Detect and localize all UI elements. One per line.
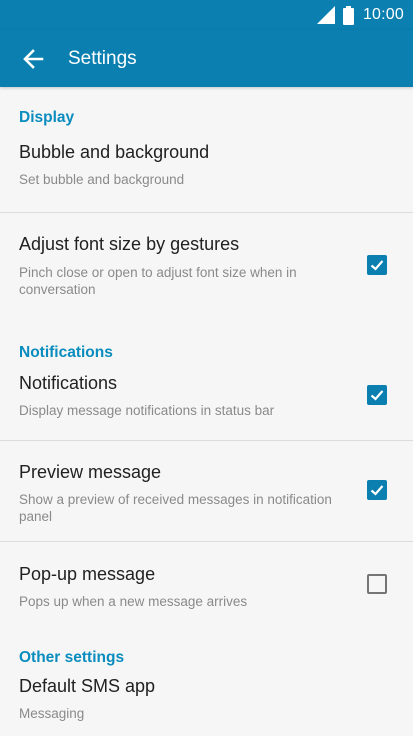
- setting-notifications[interactable]: Notifications Display message notificati…: [0, 362, 413, 440]
- setting-subtitle: Pinch close or open to adjust font size …: [19, 265, 297, 297]
- setting-subtitle: Set bubble and background: [19, 172, 185, 187]
- status-bar: 10:00: [0, 0, 413, 30]
- setting-subtitle: Pops up when a new message arrives: [19, 594, 248, 609]
- arrow-back-icon: [23, 48, 44, 69]
- setting-popup-message[interactable]: Pop-up message Pops up when a new messag…: [0, 542, 413, 614]
- setting-title: Bubble and background: [19, 142, 210, 162]
- section-header-other: Other settings: [19, 649, 125, 666]
- status-time: 10:00: [362, 6, 404, 23]
- back-button[interactable]: [20, 46, 46, 72]
- setting-title: Adjust font size by gestures: [19, 234, 240, 254]
- checkmark-icon: [370, 485, 384, 496]
- setting-subtitle: Show a preview of received messages in n…: [19, 492, 332, 524]
- popup-message-checkbox[interactable]: [367, 574, 387, 594]
- page-title: Settings: [68, 47, 137, 69]
- signal-icon: [316, 6, 335, 24]
- font-size-checkbox[interactable]: [367, 255, 387, 275]
- setting-bubble-background[interactable]: Bubble and background Set bubble and bac…: [0, 142, 413, 212]
- setting-subtitle: Messaging: [19, 706, 85, 721]
- section-header-notifications: Notifications: [19, 344, 113, 361]
- checkmark-icon: [370, 390, 384, 401]
- section-header-display: Display: [19, 109, 75, 126]
- app-bar: Settings: [0, 30, 413, 87]
- notifications-checkbox[interactable]: [367, 385, 387, 405]
- setting-title: Notifications: [19, 373, 118, 393]
- setting-title: Pop-up message: [19, 564, 156, 584]
- preview-message-checkbox[interactable]: [367, 480, 387, 500]
- setting-preview-message[interactable]: Preview message Show a preview of receiv…: [0, 441, 413, 541]
- setting-subtitle: Display message notifications in status …: [19, 403, 275, 418]
- setting-font-size-gestures[interactable]: Adjust font size by gestures Pinch close…: [0, 213, 413, 306]
- setting-title: Preview message: [19, 462, 162, 482]
- setting-default-sms-app[interactable]: Default SMS app Messaging: [0, 676, 413, 736]
- battery-icon: [342, 5, 354, 25]
- checkmark-icon: [370, 260, 384, 271]
- setting-title: Default SMS app: [19, 676, 156, 696]
- settings-list: Display Bubble and background Set bubble…: [0, 87, 413, 736]
